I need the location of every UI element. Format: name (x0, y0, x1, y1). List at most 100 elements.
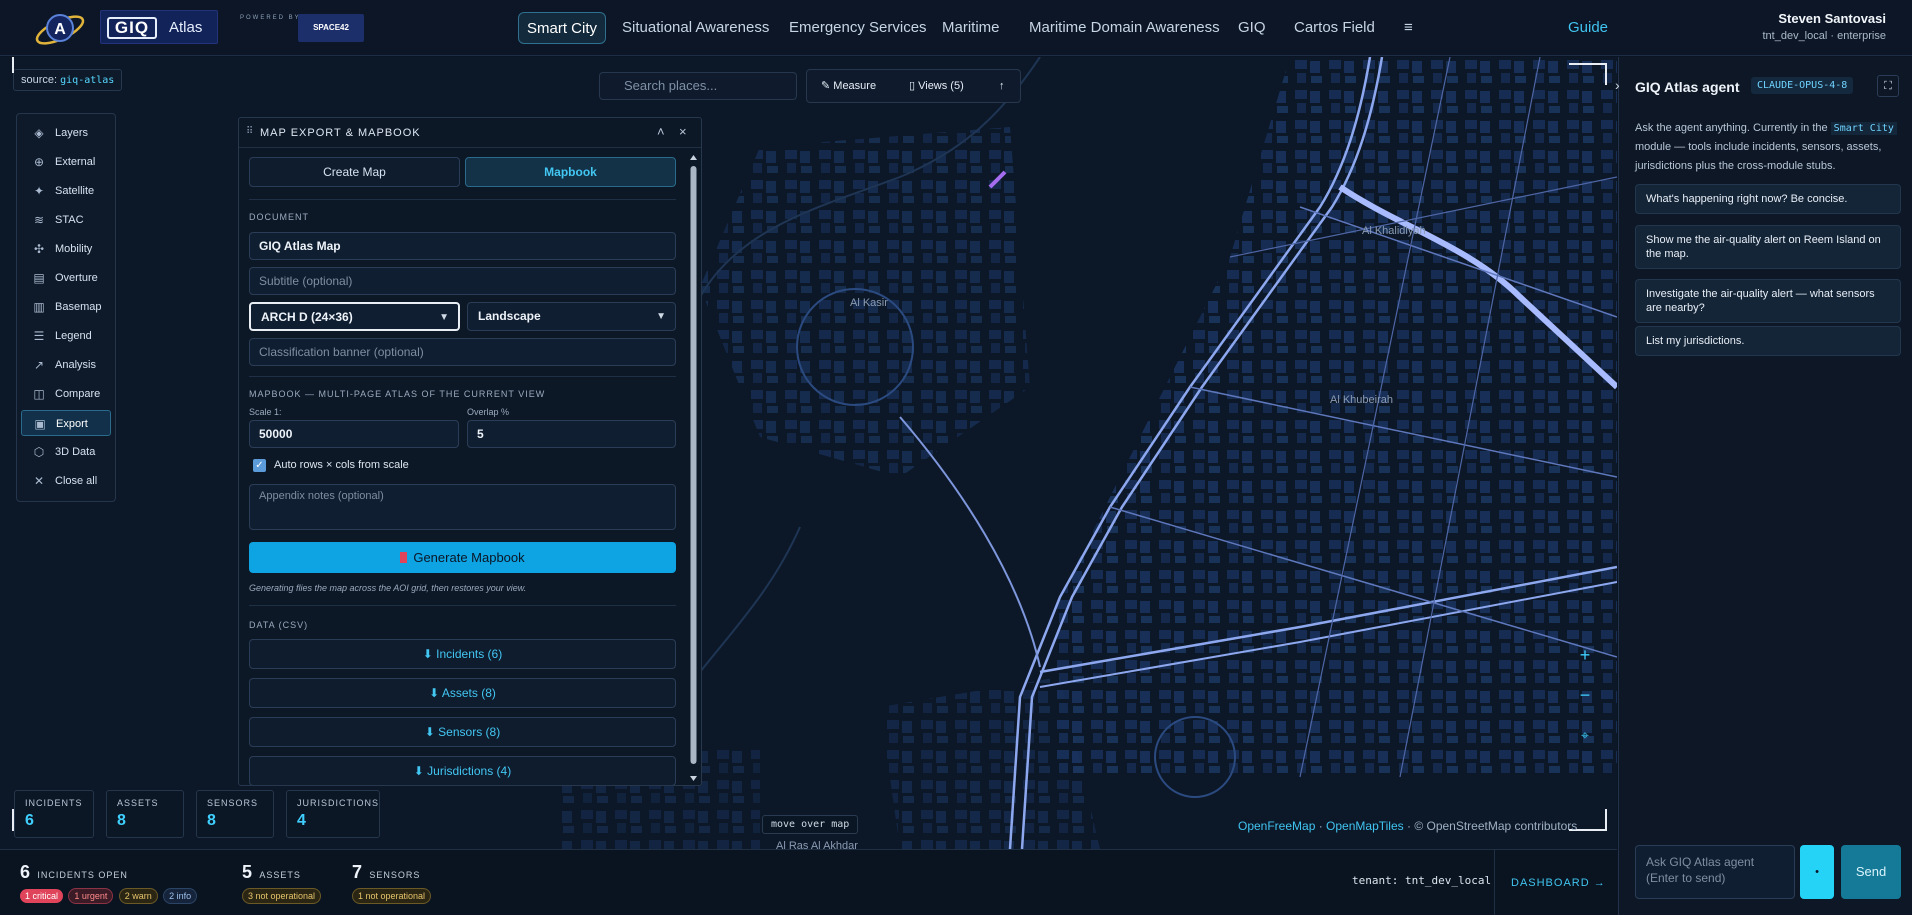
auto-rows-label: Auto rows × cols from scale (274, 459, 409, 471)
locate-icon[interactable]: ⌖ (1570, 721, 1600, 751)
views-button[interactable]: ▯ Views (5) (909, 70, 964, 102)
attribution-link[interactable]: OpenMapTiles (1326, 819, 1404, 833)
measure-button[interactable]: ✎ Measure (821, 70, 876, 102)
menu-icon[interactable]: ≡ (1396, 12, 1421, 44)
scale-input[interactable]: 50000 (249, 420, 459, 448)
nav-maritime[interactable]: Maritime (934, 12, 1008, 44)
stat-jurisdictions[interactable]: JURISDICTIONS 4 (286, 790, 380, 838)
sensors-count: 7 (352, 862, 363, 882)
generate-mapbook-button[interactable]: Generate Mapbook (249, 542, 676, 573)
auto-rows-checkbox[interactable]: ✓ (253, 459, 266, 472)
zoom-in-button[interactable]: + (1570, 641, 1600, 671)
generate-hint: Generating flies the map across the AOI … (249, 583, 527, 593)
brand-product: Atlas (169, 19, 203, 36)
expand-icon[interactable]: ⛶ (1877, 75, 1899, 97)
title-field[interactable]: GIQ Atlas Map (249, 232, 676, 260)
panel-scrollbar[interactable] (689, 154, 698, 782)
overlap-input[interactable]: 5 (467, 420, 676, 448)
stat-incidents[interactable]: INCIDENTS 6 (14, 790, 94, 838)
tool-satellite[interactable]: ✦ Satellite (21, 178, 111, 204)
tool-stac[interactable]: ≋ STAC (21, 207, 111, 233)
sensors-summary[interactable]: 7 SENSORS 1 not operational (352, 862, 433, 904)
book-icon (400, 552, 408, 563)
guide-link[interactable]: Guide (1568, 12, 1608, 44)
download-jurisdictions-button[interactable]: ⬇ Jurisdictions (4) (249, 756, 676, 785)
incidents-summary[interactable]: 6 INCIDENTS OPEN 1 critical 1 urgent 2 w… (20, 862, 199, 904)
tool-label: 3D Data (55, 446, 96, 458)
nav-maritime-domain-awareness[interactable]: Maritime Domain Awareness (1021, 12, 1228, 44)
suggestion-button[interactable]: Show me the air-quality alert on Reem Is… (1635, 225, 1901, 269)
overture-icon: ▤ (33, 271, 45, 285)
nav-giq[interactable]: GIQ (1230, 12, 1274, 44)
user-name[interactable]: Steven Santovasi (1778, 11, 1886, 26)
pill-warn[interactable]: 2 warn (118, 888, 158, 904)
dashboard-link[interactable]: DASHBOARD → (1494, 850, 1617, 915)
views-label: Views (5) (918, 80, 964, 92)
assets-label: ASSETS (259, 870, 301, 880)
appendix-notes-textarea[interactable]: Appendix notes (optional) (249, 484, 676, 530)
assets-count: 5 (242, 862, 253, 882)
tool-analysis[interactable]: ↗ Analysis (21, 352, 111, 378)
brand-name: GIQ (107, 17, 157, 39)
suggestion-button[interactable]: What's happening right now? Be concise. (1635, 184, 1901, 214)
suggestion-button[interactable]: List my jurisdictions. (1635, 326, 1901, 356)
collapse-panel-icon[interactable]: › (1615, 77, 1620, 93)
subtitle-field[interactable]: Subtitle (optional) (249, 267, 676, 295)
tool-basemap[interactable]: ▥ Basemap (21, 294, 111, 320)
place-label: Al Khalidiyah (1362, 225, 1426, 237)
download-incidents-button[interactable]: ⬇ Incidents (6) (249, 639, 676, 669)
suggestion-button[interactable]: Investigate the air-quality alert — what… (1635, 279, 1901, 323)
pill-assets-not-operational[interactable]: 3 not operational (242, 888, 322, 904)
tool-overture[interactable]: ▤ Overture (21, 265, 111, 291)
tab-create-map[interactable]: Create Map (249, 157, 460, 187)
brand-logo[interactable]: GIQ Atlas (100, 10, 218, 44)
upload-icon[interactable]: ↑ (999, 70, 1005, 102)
ruler-icon: ✎ (821, 80, 834, 92)
send-button[interactable]: Send (1841, 845, 1901, 899)
pill-urgent[interactable]: 1 urgent (68, 888, 114, 904)
stat-sensors[interactable]: SENSORS 8 (196, 790, 274, 838)
close-icon[interactable]: × (679, 124, 687, 139)
intro-module: Smart City (1830, 122, 1897, 135)
drag-handle-icon[interactable]: ⠿ (246, 126, 253, 137)
map-icon: ▥ (33, 300, 45, 314)
assets-summary[interactable]: 5 ASSETS 3 not operational (242, 862, 323, 904)
mic-icon[interactable]: • (1800, 845, 1834, 899)
pill-sensors-not-operational[interactable]: 1 not operational (352, 888, 432, 904)
collapse-icon[interactable]: ˄ (657, 124, 665, 139)
download-assets-button[interactable]: ⬇ Assets (8) (249, 678, 676, 708)
satellite-icon: ✦ (33, 184, 45, 198)
stat-assets[interactable]: ASSETS 8 (106, 790, 184, 838)
pill-critical[interactable]: 1 critical (20, 889, 64, 903)
tool-legend[interactable]: ☰ Legend (21, 323, 111, 349)
download-sensors-button[interactable]: ⬇ Sensors (8) (249, 717, 676, 747)
agent-input[interactable]: Ask GIQ Atlas agent (Enter to send) (1635, 845, 1795, 899)
pill-info[interactable]: 2 info (163, 888, 198, 904)
model-badge: CLAUDE-OPUS-4-8 (1751, 77, 1854, 94)
page-size-select[interactable]: ARCH D (24×36) ▼ (249, 302, 460, 331)
tool-layers[interactable]: ◈ Layers (21, 120, 111, 146)
tool-mobility[interactable]: ✣ Mobility (21, 236, 111, 262)
atlas-logo-icon[interactable]: A (32, 6, 88, 50)
zoom-out-button[interactable]: − (1570, 681, 1600, 711)
attribution-link[interactable]: OpenFreeMap (1238, 819, 1315, 833)
nav-smart-city[interactable]: Smart City (518, 12, 607, 44)
classification-field[interactable]: Classification banner (optional) (249, 338, 676, 366)
search-input[interactable]: Search places... (599, 72, 797, 100)
stat-value: 8 (117, 812, 126, 829)
nav-cartos-field[interactable]: Cartos Field (1286, 12, 1383, 44)
tool-export[interactable]: ▣ Export (21, 410, 111, 436)
tool-3d-data[interactable]: ⬡ 3D Data (21, 439, 111, 465)
nav-emergency-services[interactable]: Emergency Services (781, 12, 935, 44)
tool-compare[interactable]: ◫ Compare (21, 381, 111, 407)
frame-corner (1569, 63, 1607, 85)
generate-label: Generate Mapbook (413, 550, 525, 565)
tool-external[interactable]: ⊕ External (21, 149, 111, 175)
tool-close-all[interactable]: ✕ Close all (21, 468, 111, 494)
tab-mapbook[interactable]: Mapbook (465, 157, 676, 187)
orientation-select[interactable]: Landscape ▼ (467, 302, 676, 331)
stat-value: 6 (25, 812, 34, 829)
nav-situational-awareness[interactable]: Situational Awareness (614, 12, 777, 44)
map-canvas[interactable]: Al Khalidiyah Al Kasir Al Khubeirah Al R… (0, 57, 1617, 849)
panel-header[interactable]: ⠿ MAP EXPORT & MAPBOOK ˄ × (239, 118, 701, 148)
